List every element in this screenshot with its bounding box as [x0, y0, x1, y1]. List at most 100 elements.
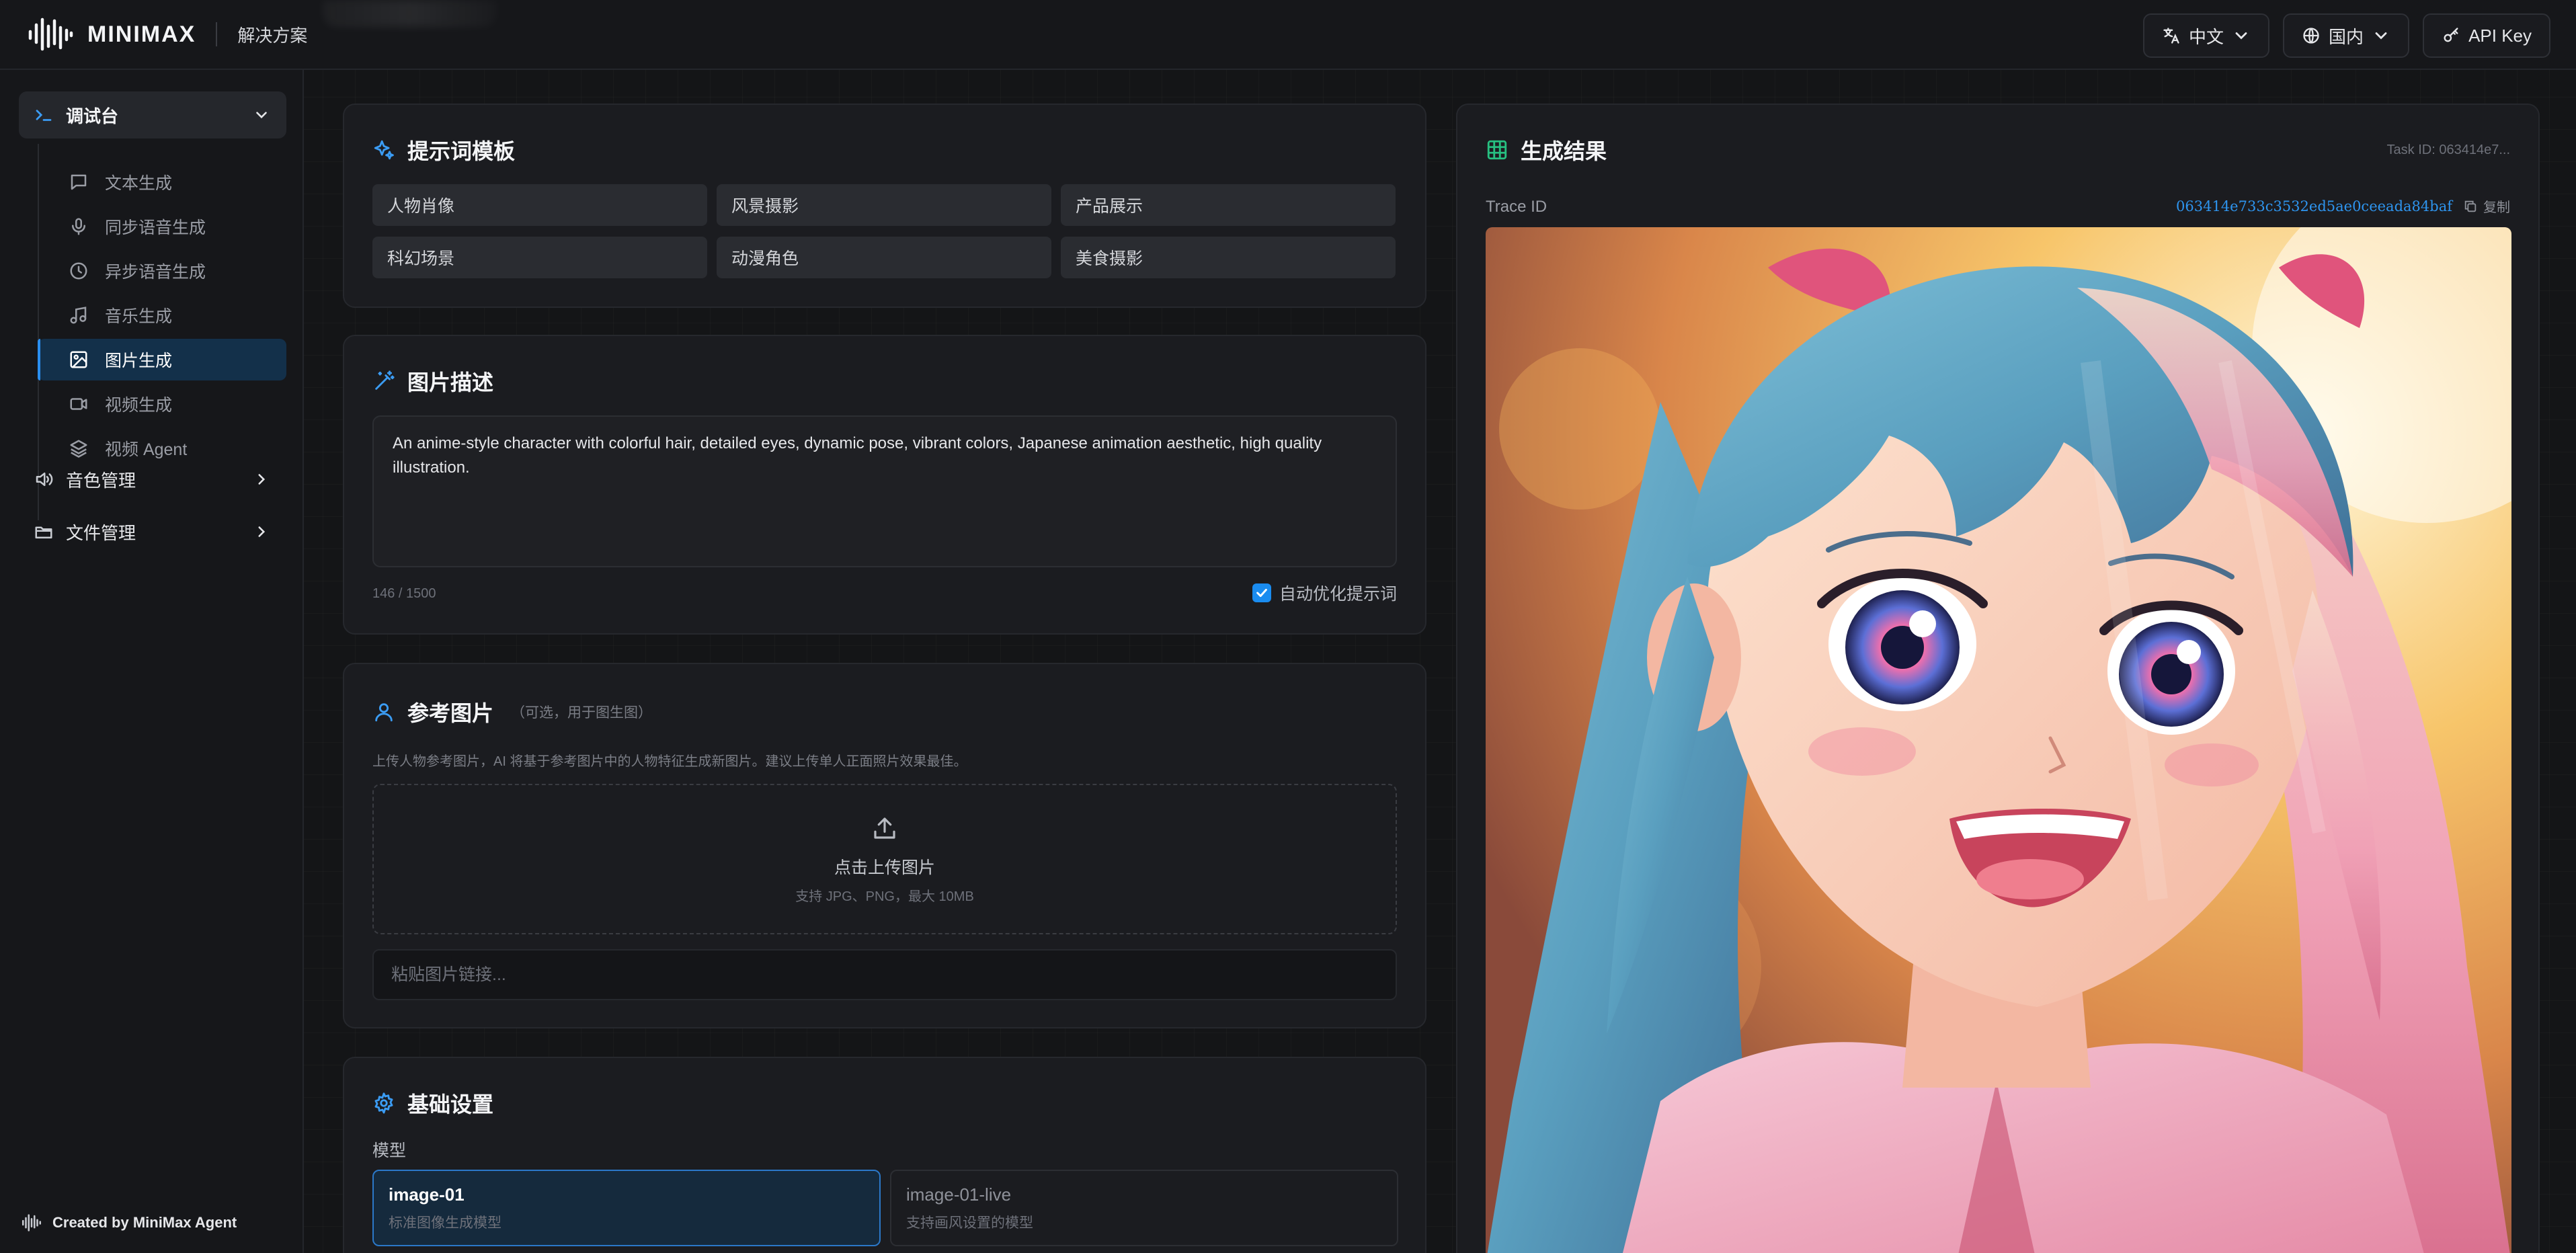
chevron-right-icon — [258, 526, 266, 537]
anime-portrait-image — [1486, 227, 2511, 1253]
upload-dropzone[interactable]: 点击上传图片 支持 JPG、PNG，最大 10MB — [372, 784, 1397, 934]
template-landscape[interactable]: 风景摄影 — [717, 184, 1051, 226]
trace-id-label: Trace ID — [1486, 198, 1547, 216]
prompt-template-panel: 提示词模板 人物肖像 风景摄影 产品展示 科幻场景 动漫角色 美食摄影 — [343, 104, 1426, 308]
reference-hint: 上传人物参考图片，AI 将基于参考图片中的人物特征生成新图片。建议上传单人正面照… — [372, 754, 967, 769]
chevron-down-icon — [256, 112, 267, 119]
sidebar-section-label: 文件管理 — [66, 522, 136, 543]
model-desc: 支持画风设置的模型 — [906, 1215, 1033, 1231]
user-icon — [375, 703, 393, 722]
image-description-panel: 图片描述 An anime-style character with color… — [343, 335, 1426, 635]
layers-icon — [70, 440, 87, 458]
brand-name: MINIMAX — [87, 21, 196, 47]
sidebar-section-label: 音色管理 — [66, 470, 136, 491]
upload-main-text: 点击上传图片 — [834, 858, 935, 877]
auto-optimize-toggle[interactable]: 自动优化提示词 — [1252, 581, 1397, 605]
credit-text: Created by MiniMax Agent — [52, 1214, 237, 1231]
panel-header: 生成结果 — [1486, 134, 1607, 165]
char-counter: 146 / 1500 — [372, 586, 436, 601]
basic-settings-panel: 基础设置 模型 image-01 标准图像生成模型 image-01-live … — [343, 1057, 1426, 1253]
template-portrait[interactable]: 人物肖像 — [372, 184, 707, 226]
top-header: MINIMAX 解决方案 中文 国内 API Key — [0, 0, 2576, 70]
sidebar-item-video[interactable]: 视频生成 — [38, 383, 286, 425]
sidebar-item-label: 视频生成 — [105, 396, 173, 415]
trace-id-row: 063414e733c3532ed5ae0ceeada84baf 复制 — [2176, 196, 2510, 216]
prompt-textarea[interactable]: An anime-style character with colorful h… — [372, 415, 1397, 567]
region-selector[interactable]: 国内 — [2283, 13, 2410, 58]
sidebar-item-sync-voice[interactable]: 同步语音生成 — [38, 206, 286, 247]
image-url-input[interactable] — [372, 949, 1397, 1000]
sidebar-item-label: 音乐生成 — [105, 307, 173, 326]
sidebar-item-async-voice[interactable]: 异步语音生成 — [38, 250, 286, 292]
chevron-down-icon — [2375, 32, 2387, 40]
model-name: image-01 — [389, 1184, 465, 1205]
speaker-icon — [36, 473, 53, 486]
reference-image-panel: 参考图片 （可选，用于图生图） 上传人物参考图片，AI 将基于参考图片中的人物特… — [343, 663, 1426, 1028]
translate-icon — [2163, 28, 2179, 44]
footer-credit: Created by MiniMax Agent — [20, 1211, 237, 1234]
template-product[interactable]: 产品展示 — [1061, 184, 1396, 226]
panel-title: 提示词模板 — [407, 139, 516, 163]
trace-id-value[interactable]: 063414e733c3532ed5ae0ceeada84baf — [2176, 198, 2452, 214]
header-decoration — [323, 0, 497, 27]
template-anime[interactable]: 动漫角色 — [717, 237, 1051, 278]
sidebar-group-label: 调试台 — [66, 106, 119, 126]
template-grid: 人物肖像 风景摄影 产品展示 科幻场景 动漫角色 美食摄影 — [372, 184, 1396, 278]
sidebar: 调试台 文本生成 同步语音生成 异步语音生成 音乐生成 图片生成 视频生成 视频… — [0, 70, 304, 1253]
panel-title: 参考图片 — [407, 701, 494, 725]
copy-icon — [2464, 200, 2477, 212]
panel-title: 图片描述 — [407, 370, 494, 395]
model-label: 模型 — [372, 1141, 407, 1160]
copy-button[interactable]: 复制 — [2463, 196, 2510, 216]
auto-optimize-label: 自动优化提示词 — [1279, 585, 1397, 604]
api-key-button[interactable]: API Key — [2423, 13, 2550, 58]
template-scifi[interactable]: 科幻场景 — [372, 237, 707, 278]
copy-label: 复制 — [2483, 200, 2510, 215]
panel-title: 基础设置 — [407, 1092, 494, 1117]
upload-sub-text: 支持 JPG、PNG，最大 10MB — [795, 889, 974, 904]
sidebar-item-text[interactable]: 文本生成 — [38, 161, 286, 203]
solutions-link[interactable]: 解决方案 — [237, 22, 307, 47]
agent-logo-icon — [22, 1214, 42, 1231]
panel-header: 提示词模板 — [372, 134, 515, 165]
model-desc: 标准图像生成模型 — [389, 1215, 501, 1231]
header-actions: 中文 国内 API Key — [2143, 13, 2550, 58]
sidebar-item-label: 图片生成 — [105, 352, 173, 370]
video-icon — [70, 398, 87, 410]
sidebar-item-music[interactable]: 音乐生成 — [38, 294, 286, 336]
sidebar-item-image[interactable]: 图片生成 — [38, 339, 286, 380]
template-food[interactable]: 美食摄影 — [1061, 237, 1396, 278]
mic-icon — [72, 218, 85, 235]
model-option-image-01-live[interactable]: image-01-live 支持画风设置的模型 — [890, 1170, 1398, 1246]
model-option-image-01[interactable]: image-01 标准图像生成模型 — [372, 1170, 881, 1246]
brand-logo[interactable]: MINIMAX — [27, 15, 196, 53]
panel-title-note: （可选，用于图生图） — [511, 705, 653, 721]
region-label: 国内 — [2329, 26, 2364, 47]
chat-icon — [71, 174, 87, 190]
magic-wand-icon — [375, 370, 395, 390]
generated-image[interactable] — [1486, 227, 2511, 1253]
auto-optimize-checkbox[interactable] — [1252, 583, 1271, 602]
api-key-label: API Key — [2468, 25, 2532, 46]
panel-title: 生成结果 — [1521, 139, 1607, 163]
header-divider — [216, 22, 218, 46]
terminal-icon — [36, 110, 52, 121]
folder-icon — [35, 526, 52, 538]
key-icon — [2444, 28, 2458, 42]
image-icon — [70, 351, 87, 368]
model-name: image-01-live — [906, 1184, 1012, 1205]
sidebar-section-file-management[interactable]: 文件管理 — [19, 510, 286, 554]
chevron-right-icon — [258, 474, 266, 485]
minimax-wave-icon — [28, 17, 73, 51]
language-selector[interactable]: 中文 — [2143, 13, 2270, 58]
sidebar-item-label: 同步语音生成 — [105, 218, 206, 237]
language-label: 中文 — [2189, 26, 2224, 47]
check-icon — [1256, 588, 1267, 598]
panel-header: 图片描述 — [372, 366, 493, 397]
gear-icon — [374, 1092, 393, 1114]
sidebar-section-voice-management[interactable]: 音色管理 — [19, 457, 286, 501]
sidebar-group-console[interactable]: 调试台 — [19, 91, 286, 138]
panel-header: 基础设置 — [372, 1088, 493, 1119]
sidebar-item-label: 文本生成 — [105, 174, 173, 193]
chevron-down-icon — [2235, 32, 2247, 40]
